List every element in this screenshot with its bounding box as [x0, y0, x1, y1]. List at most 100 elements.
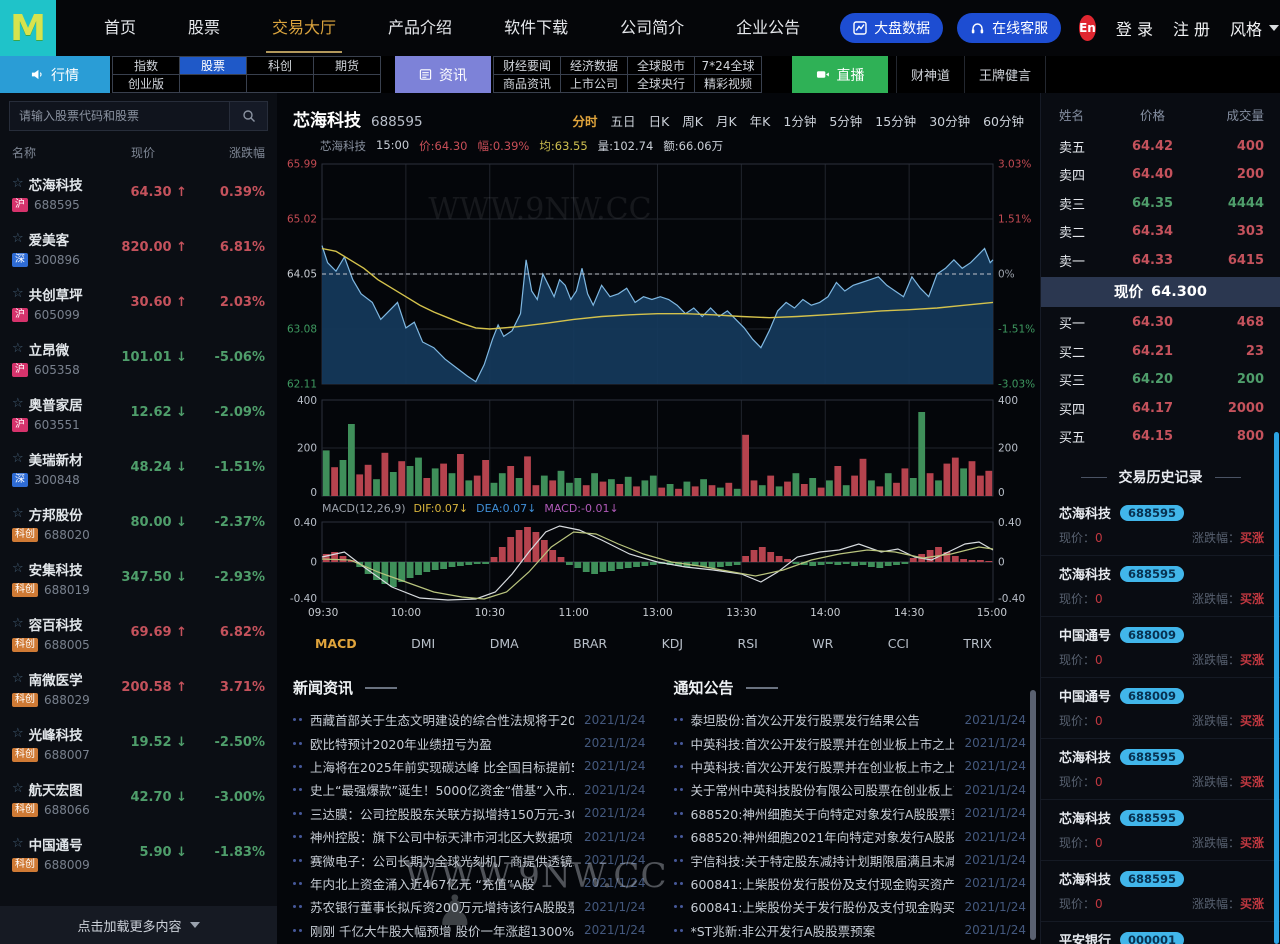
indicator-tab[interactable]: BRAR — [573, 636, 607, 651]
news-item[interactable]: 史上“最强爆款”诞生！5000亿资金“借基”入市...2021/1/24 — [293, 778, 646, 801]
news-item[interactable]: 688520:神州细胞关于向特定对象发行A股股票预案...2021/1/24 — [674, 802, 1027, 825]
news-item[interactable]: 600841:上柴股份发行股份及支付现金购买资产并募...2021/1/24 — [674, 872, 1027, 895]
right-scrollbar[interactable] — [1274, 432, 1279, 944]
indicator-tab[interactable]: DMA — [490, 636, 519, 651]
topnav-item[interactable]: 软件下载 — [478, 0, 594, 56]
timeframe-tab[interactable]: 15分钟 — [875, 111, 916, 130]
news-item[interactable]: 刚刚 千亿大牛股大幅预增 股价一年涨超1300% 可转...2021/1/24 — [293, 919, 646, 942]
indicator-tab[interactable]: DMI — [411, 636, 435, 651]
register-button[interactable]: 注 册 — [1173, 16, 1210, 40]
subnav-cell[interactable]: 经济数据 — [561, 57, 628, 75]
market-data-button[interactable]: 大盘数据 — [840, 13, 943, 43]
news-item[interactable]: 欧比特预计2020年业绩扭亏为盈2021/1/24 — [293, 731, 646, 754]
news-item[interactable]: 泰坦股份:首次公开发行股票发行结果公告2021/1/24 — [674, 708, 1027, 731]
topnav-item[interactable]: 公司简介 — [594, 0, 710, 56]
news-item[interactable]: 神州控股：旗下公司中标天津市河北区大数据项目2021/1/24 — [293, 825, 646, 848]
load-more-button[interactable]: 点击加载更多内容 — [0, 906, 277, 944]
watchlist-row[interactable]: ☆光峰科技科创68800719.52 ↓-2.50% — [0, 715, 277, 770]
subnav-cell[interactable]: 商品资讯 — [494, 75, 561, 92]
news-item[interactable]: 三达膜：公司控股股东关联方拟增持150万元-300万...2021/1/24 — [293, 802, 646, 825]
timeframe-tab[interactable]: 五日 — [611, 111, 636, 130]
news-item[interactable]: 西藏首部关于生态文明建设的综合性法规将于2021...2021/1/24 — [293, 708, 646, 731]
news-item[interactable]: 688520:神州细胞2021年向特定对象发行A股股票预案2021/1/24 — [674, 825, 1027, 848]
star-icon[interactable]: ☆ — [12, 726, 24, 741]
watchlist-row[interactable]: ☆南微医学科创688029200.58 ↑3.71% — [0, 660, 277, 715]
subnav-cell[interactable]: 精彩视频 — [695, 75, 761, 92]
search-button[interactable] — [230, 101, 268, 131]
news-item[interactable]: *ST兆新:非公开发行A股股票预案2021/1/24 — [674, 919, 1027, 942]
subnav-tail-tab[interactable]: 王牌健言 — [965, 56, 1046, 93]
subnav-cell[interactable]: 7*24全球 — [695, 57, 761, 75]
timeframe-tab[interactable]: 1分钟 — [783, 111, 816, 130]
star-icon[interactable]: ☆ — [12, 616, 24, 631]
timeframe-tab[interactable]: 月K — [716, 111, 737, 130]
main-scrollbar[interactable] — [1030, 690, 1036, 940]
indicator-tab[interactable]: WR — [812, 636, 833, 651]
watchlist-row[interactable]: ☆立昂微沪605358101.01 ↓-5.06% — [0, 330, 277, 385]
watchlist-row[interactable]: ☆爱美客深300896820.00 ↑6.81% — [0, 220, 277, 275]
topnav-item[interactable]: 交易大厅 — [246, 0, 362, 56]
subnav-cell[interactable]: 科创 — [247, 57, 314, 75]
timeframe-tab[interactable]: 年K — [750, 111, 771, 130]
star-icon[interactable]: ☆ — [12, 396, 24, 411]
search-input[interactable] — [9, 101, 230, 131]
watchlist-row[interactable]: ☆美瑞新材深30084848.24 ↓-1.51% — [0, 440, 277, 495]
quotes-tab[interactable]: 行情 — [0, 56, 110, 93]
news-item[interactable]: 中英科技:首次公开发行股票并在创业板上市之上市...2021/1/24 — [674, 755, 1027, 778]
subnav-cell[interactable]: 期货 — [314, 57, 380, 75]
timeframe-tab[interactable]: 60分钟 — [983, 111, 1024, 130]
subnav-cell[interactable]: 全球央行 — [628, 75, 695, 92]
timeframe-tab[interactable]: 周K — [682, 111, 703, 130]
star-icon[interactable]: ☆ — [12, 561, 24, 576]
topnav-item[interactable]: 产品介绍 — [362, 0, 478, 56]
star-icon[interactable]: ☆ — [12, 836, 24, 851]
star-icon[interactable]: ☆ — [12, 671, 24, 686]
indicator-tab[interactable]: CCI — [888, 636, 909, 651]
timeframe-tab[interactable]: 日K — [649, 111, 670, 130]
watchlist-row[interactable]: ☆容百科技科创68800569.69 ↑6.82% — [0, 605, 277, 660]
watchlist-row[interactable]: ☆中国通号科创6880095.90 ↓-1.83% — [0, 825, 277, 880]
indicator-tab[interactable]: TRIX — [963, 636, 992, 651]
star-icon[interactable]: ☆ — [12, 286, 24, 301]
subnav-cell[interactable]: 指数 — [113, 57, 180, 75]
news-item[interactable]: 关于常州中英科技股份有限公司股票在创业板上市交...2021/1/24 — [674, 778, 1027, 801]
news-item[interactable]: 宇信科技:关于特定股东减持计划期限届满且未减持...2021/1/24 — [674, 848, 1027, 871]
login-button[interactable]: 登 录 — [1116, 16, 1153, 40]
subnav-cell[interactable]: 创业版 — [113, 75, 180, 92]
star-icon[interactable]: ☆ — [12, 781, 24, 796]
star-icon[interactable]: ☆ — [12, 451, 24, 466]
watchlist-row[interactable]: ☆安集科技科创688019347.50 ↓-2.93% — [0, 550, 277, 605]
subnav-tail-tab[interactable]: 财神道 — [896, 56, 965, 93]
live-tab[interactable]: 直播 — [792, 56, 888, 93]
news-item[interactable]: 中英科技:首次公开发行股票并在创业板上市之上市...2021/1/24 — [674, 731, 1027, 754]
news-item[interactable]: 600841:上柴股份关于发行股份及支付现金购买资产...2021/1/24 — [674, 895, 1027, 918]
star-icon[interactable]: ☆ — [12, 506, 24, 521]
star-icon[interactable]: ☆ — [12, 176, 24, 191]
watchlist-row[interactable]: ☆芯海科技沪68859564.30 ↑0.39% — [0, 165, 277, 220]
subnav-cell[interactable]: 上市公司 — [561, 75, 628, 92]
watchlist-row[interactable]: ☆共创草坪沪60509930.60 ↑2.03% — [0, 275, 277, 330]
watchlist-row[interactable]: ☆奥普家居沪60355112.62 ↓-2.09% — [0, 385, 277, 440]
timeframe-tab[interactable]: 分时 — [573, 111, 598, 130]
star-icon[interactable]: ☆ — [12, 341, 24, 356]
indicator-tab[interactable]: MACD — [315, 636, 357, 651]
news-item[interactable]: 赛微电子：公司长期为全球光刻机厂商提供透镜系统...2021/1/24 — [293, 848, 646, 871]
subnav-cell[interactable]: 全球股市 — [628, 57, 695, 75]
style-menu[interactable]: 风格 — [1230, 16, 1279, 40]
indicator-tab[interactable]: RSI — [738, 636, 758, 651]
topnav-item[interactable]: 首页 — [78, 0, 162, 56]
indicator-tab[interactable]: KDJ — [662, 636, 684, 651]
topnav-item[interactable]: 企业公告 — [710, 0, 826, 56]
timeframe-tab[interactable]: 5分钟 — [829, 111, 862, 130]
app-logo[interactable]: M — [0, 0, 56, 56]
star-icon[interactable]: ☆ — [12, 231, 24, 246]
subnav-cell[interactable]: 财经要闻 — [494, 57, 561, 75]
online-service-button[interactable]: 在线客服 — [957, 13, 1061, 43]
watchlist-row[interactable]: ☆方邦股份科创68802080.00 ↓-2.37% — [0, 495, 277, 550]
news-item[interactable]: 苏农银行董事长拟斥资200万元增持该行A股股票2021/1/24 — [293, 895, 646, 918]
language-badge[interactable]: En — [1079, 15, 1096, 41]
news-item[interactable]: 年内北上资金涌入近467亿元 “充值”A股2021/1/24 — [293, 872, 646, 895]
watchlist-row[interactable]: ☆航天宏图科创68806642.70 ↓-3.00% — [0, 770, 277, 825]
subnav-cell[interactable]: 股票 — [180, 57, 247, 75]
news-item[interactable]: 上海将在2025年前实现碳达峰 比全国目标提前5年2021/1/24 — [293, 755, 646, 778]
